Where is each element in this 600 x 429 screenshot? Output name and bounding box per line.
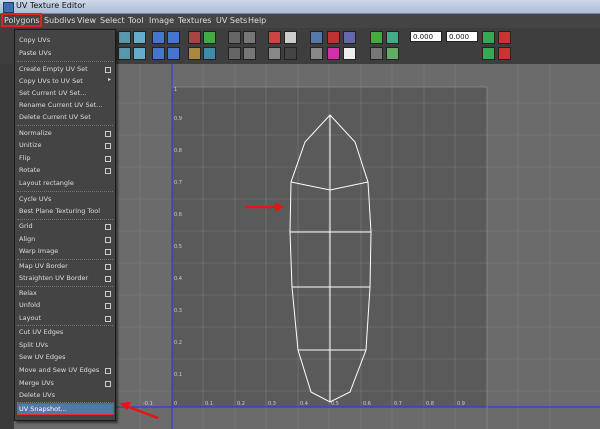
u-tick-neg0.1: -0.1	[143, 401, 153, 407]
menu-item-normalize[interactable]: Normalize	[19, 129, 52, 137]
v-tick-0.8: 0.8	[174, 148, 182, 154]
menu-item-copy-uvs-to-uv-set[interactable]: Copy UVs to UV Set	[19, 77, 83, 85]
v-tick-0.1: 0.1	[174, 372, 182, 378]
arrow-head-uv-shell	[275, 202, 284, 212]
menu-item-delete-uvs[interactable]: Delete UVs	[19, 391, 55, 399]
v-tick-0.3: 0.3	[174, 308, 182, 314]
option-box-icon[interactable]	[105, 143, 111, 149]
menu-item-uv-snapshot[interactable]: UV Snapshot...	[19, 405, 67, 413]
menu-separator	[17, 125, 113, 126]
option-box-icon[interactable]	[105, 67, 111, 73]
option-box-icon[interactable]	[105, 249, 111, 255]
menu-item-flip[interactable]: Flip	[19, 154, 30, 162]
option-box-icon[interactable]	[105, 276, 111, 282]
menu-separator	[17, 61, 113, 62]
u-tick-0.8: 0.8	[426, 401, 434, 407]
menu-item-copy-uvs[interactable]: Copy UVs	[19, 36, 50, 44]
polygons-menu: Copy UVs Paste UVs Create Empty UV Set C…	[14, 29, 116, 421]
menu-item-rename-current-uv-set[interactable]: Rename Current UV Set...	[19, 101, 102, 109]
option-box-icon[interactable]	[105, 168, 111, 174]
option-box-icon[interactable]	[105, 291, 111, 297]
u-tick-0.5: 0.5	[331, 401, 339, 407]
v-tick-0.9: 0.9	[174, 116, 182, 122]
menu-item-split-uvs[interactable]: Split UVs	[19, 341, 48, 349]
menu-item-cut-uv-edges[interactable]: Cut UV Edges	[19, 328, 63, 336]
option-box-icon[interactable]	[105, 316, 111, 322]
menu-item-unitize[interactable]: Unitize	[19, 141, 41, 149]
menu-item-map-uv-border[interactable]: Map UV Border	[19, 262, 68, 270]
u-tick-0.3: 0.3	[268, 401, 276, 407]
option-box-icon[interactable]	[105, 303, 111, 309]
menu-item-cycle-uvs[interactable]: Cycle UVs	[19, 195, 51, 203]
menu-item-straighten-uv-border[interactable]: Straighten UV Border	[19, 274, 88, 282]
submenu-arrow-icon: ▸	[107, 76, 111, 83]
menu-separator	[17, 191, 113, 192]
option-box-icon[interactable]	[105, 368, 111, 374]
menu-item-best-plane-texturing-tool[interactable]: Best Plane Texturing Tool	[19, 207, 100, 215]
menu-item-create-empty-uv-set[interactable]: Create Empty UV Set	[19, 65, 88, 73]
option-box-icon[interactable]	[105, 224, 111, 230]
menu-separator	[17, 259, 113, 260]
u-tick-0.6: 0.6	[363, 401, 371, 407]
menu-item-align[interactable]: Align	[19, 235, 35, 243]
option-box-icon[interactable]	[105, 131, 111, 137]
arrow-to-uv-snapshot	[125, 404, 159, 420]
menu-item-rotate[interactable]: Rotate	[19, 166, 40, 174]
menu-item-relax[interactable]: Relax	[19, 289, 37, 297]
u-tick-0.9: 0.9	[457, 401, 465, 407]
menu-separator	[17, 286, 113, 287]
menu-item-move-and-sew-uv-edges[interactable]: Move and Sew UV Edges	[19, 366, 99, 374]
v-tick-0.6: 0.6	[174, 212, 182, 218]
v-tick-1: 1	[174, 87, 177, 93]
option-box-icon[interactable]	[105, 156, 111, 162]
menu-separator	[17, 219, 113, 220]
menu-item-merge-uvs[interactable]: Merge UVs	[19, 379, 54, 387]
menu-item-layout[interactable]: Layout	[19, 314, 41, 322]
menu-item-sew-uv-edges[interactable]: Sew UV Edges	[19, 353, 66, 361]
u-tick-0.2: 0.2	[237, 401, 245, 407]
u-tick-0.1: 0.1	[205, 401, 213, 407]
v-tick-0.4: 0.4	[174, 276, 182, 282]
v-tick-0.2: 0.2	[174, 340, 182, 346]
menu-separator	[17, 325, 113, 326]
menu-item-unfold[interactable]: Unfold	[19, 301, 40, 309]
u-tick-0.4: 0.4	[300, 401, 308, 407]
option-box-icon[interactable]	[105, 381, 111, 387]
option-box-icon[interactable]	[105, 264, 111, 270]
v-tick-0.7: 0.7	[174, 180, 182, 186]
menu-item-delete-current-uv-set[interactable]: Delete Current UV Set	[19, 113, 91, 121]
u-tick-0.7: 0.7	[394, 401, 402, 407]
u-tick-0: 0	[174, 401, 177, 407]
menu-item-paste-uvs[interactable]: Paste UVs	[19, 49, 51, 57]
option-box-icon[interactable]	[105, 237, 111, 243]
v-tick-0.5: 0.5	[174, 244, 182, 250]
menu-item-grid[interactable]: Grid	[19, 222, 33, 230]
menu-item-layout-rectangle[interactable]: Layout rectangle	[19, 179, 74, 187]
menu-item-set-current-uv-set[interactable]: Set Current UV Set...	[19, 89, 86, 97]
menu-item-warp-image[interactable]: Warp Image	[19, 247, 58, 255]
